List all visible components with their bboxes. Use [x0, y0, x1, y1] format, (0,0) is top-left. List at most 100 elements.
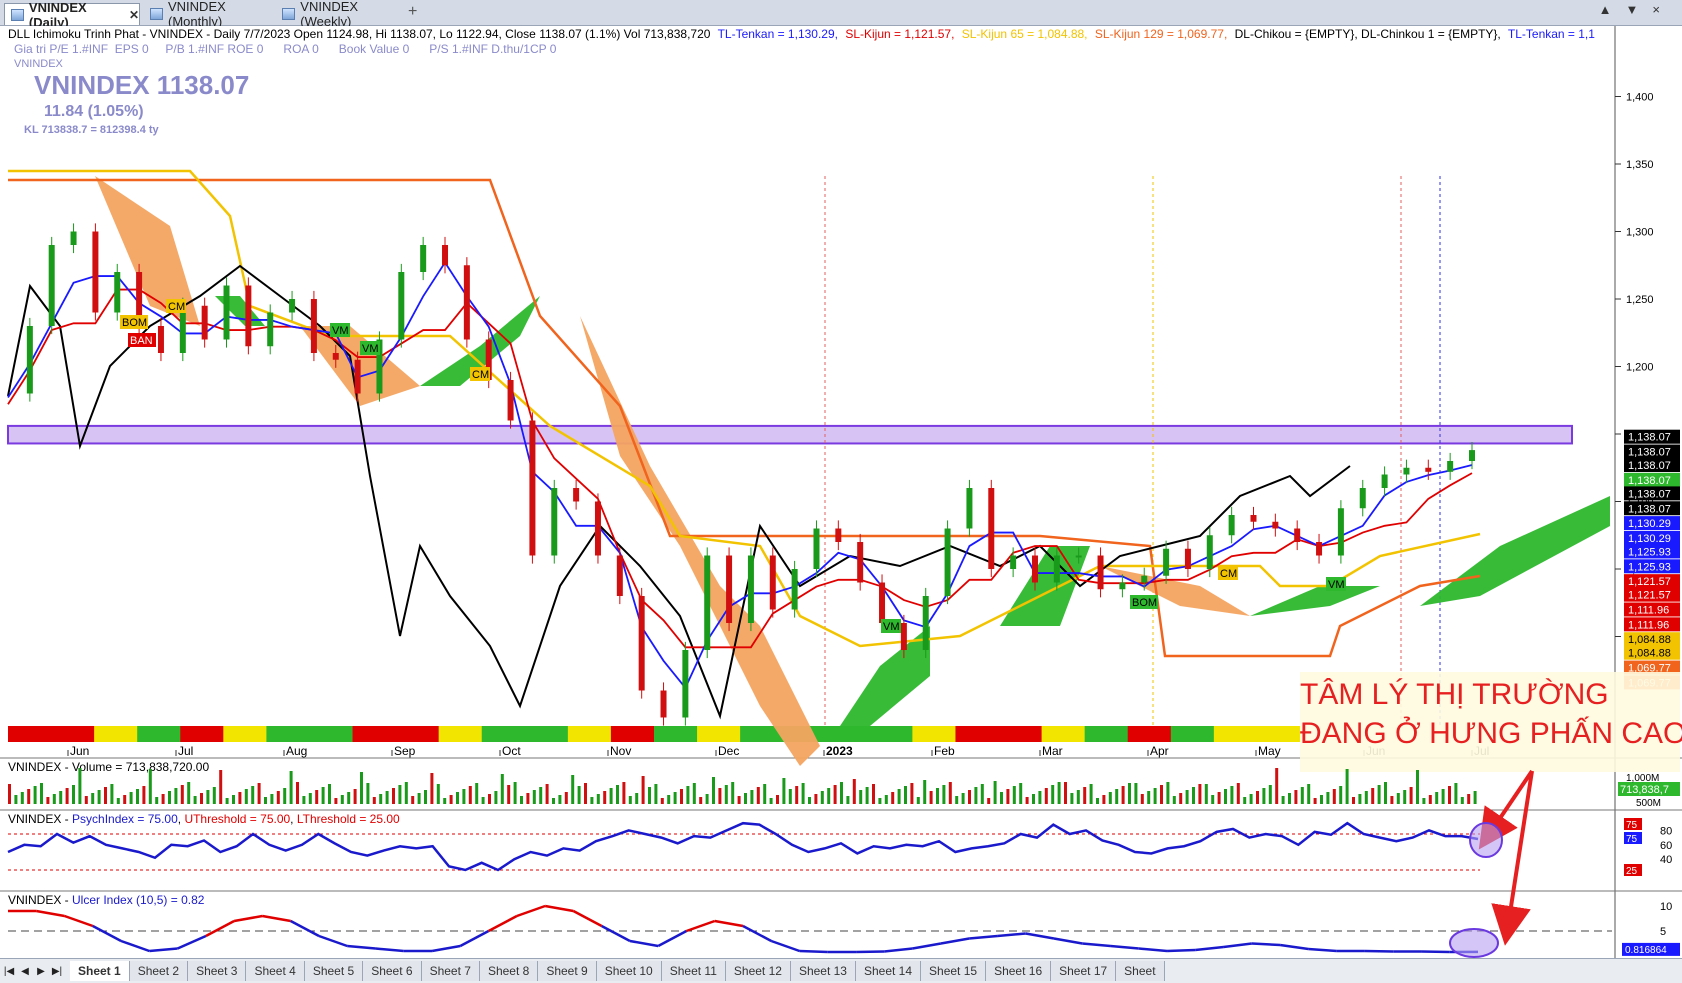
trend-bar-segment — [826, 726, 870, 742]
volume-bar — [622, 782, 626, 804]
candle-body — [1184, 548, 1191, 569]
volume-bar — [1435, 792, 1439, 804]
volume-bar — [206, 790, 210, 804]
ulcer-index-segment — [1053, 937, 1083, 945]
ulcer-index-segment — [714, 919, 744, 928]
first-sheet-icon[interactable]: |◀ — [2, 962, 16, 980]
volume-bar — [302, 796, 306, 804]
volume-bar — [955, 796, 959, 804]
volume-bar — [1160, 785, 1163, 804]
sheet-tab[interactable]: Sheet 3 — [188, 961, 247, 981]
volume-bar — [1307, 784, 1311, 804]
volume-bar — [564, 792, 568, 804]
volume-bar — [1454, 783, 1458, 804]
volume-bar — [1416, 770, 1419, 804]
signal-label: VM — [883, 621, 900, 633]
volume-bar — [1332, 789, 1336, 804]
chart-canvas[interactable]: DLL Ichimoku Trinh Phat - VNINDEX - Dail… — [0, 26, 1682, 958]
sheet-tab[interactable]: Sheet 15 — [921, 961, 987, 981]
close-window-icon[interactable]: × — [1652, 2, 1674, 17]
volume-pane-title: VNINDEX - Volume = 713,838,720.00 — [8, 760, 209, 774]
volume-bar — [104, 787, 107, 804]
ulcer-index-segment — [459, 929, 490, 948]
sheet-tab[interactable]: Sheet 4 — [246, 961, 305, 981]
volume-bar — [1000, 792, 1003, 804]
trend-bar-segment — [266, 726, 310, 742]
sheet-tab[interactable]: Sheet 6 — [363, 961, 422, 981]
header-kijun: SL-Kijun = 1,121.57, — [845, 27, 954, 41]
volume-bar — [430, 773, 434, 804]
fundamentals-line: Gia tri P/E 1.#INF EPS 0 P/B 1.#INF ROE … — [14, 42, 557, 56]
close-tab-icon[interactable]: ✕ — [129, 8, 139, 22]
volume-bar — [404, 782, 408, 804]
chart-area[interactable]: DLL Ichimoku Trinh Phat - VNINDEX - Dail… — [0, 26, 1682, 958]
candle-body — [1294, 528, 1301, 542]
add-tab-button[interactable]: + — [408, 3, 417, 21]
scroll-up-icon[interactable]: ▲ — [1599, 2, 1626, 17]
support-zone — [7, 424, 1573, 445]
volume-bar — [1371, 788, 1375, 804]
prev-sheet-icon[interactable]: ◀ — [18, 962, 32, 980]
sheet-tab[interactable]: Sheet 8 — [479, 961, 539, 981]
tab-vnindex-weekly[interactable]: VNINDEX (Weekly) — [276, 0, 406, 29]
sheet-tab[interactable]: Sheet 17 — [1051, 961, 1117, 981]
volume-bar — [1012, 786, 1016, 804]
volume-bar — [360, 772, 363, 804]
sheet-tab[interactable]: Sheet — [1116, 961, 1165, 981]
candle-body — [1425, 467, 1432, 472]
app-window: VNINDEX (Daily) ✕ VNINDEX (Monthly) VNIN… — [0, 0, 1682, 983]
candle-body — [1469, 450, 1475, 461]
ulcer-tick-label: 5 — [1660, 926, 1666, 938]
volume-bar — [65, 788, 69, 804]
psych-value-label: 75 — [1626, 834, 1638, 845]
psych-tick-label: 40 — [1660, 854, 1672, 866]
candle-body — [616, 555, 623, 596]
candle-body — [1119, 582, 1126, 590]
y-tick-label: 1,250 — [1626, 294, 1654, 306]
volume-bar — [724, 785, 728, 804]
x-tick-label: May — [1258, 744, 1281, 758]
volume-bar — [436, 784, 440, 804]
sheet-tab[interactable]: Sheet 5 — [304, 961, 364, 981]
volume-bar — [1121, 786, 1125, 804]
sheet-tab[interactable]: Sheet 11 — [661, 961, 726, 981]
volume-bar — [411, 796, 415, 804]
sheet-tab[interactable]: Sheet 10 — [596, 961, 662, 981]
scroll-down-icon[interactable]: ▼ — [1626, 2, 1653, 17]
sheet-tab[interactable]: Sheet 14 — [855, 961, 922, 981]
volume-bar — [123, 795, 127, 804]
sheet-tab[interactable]: Sheet 1 — [70, 961, 130, 981]
volume-bar — [737, 796, 741, 804]
volume-bar — [968, 790, 971, 804]
trend-bar-segment — [438, 726, 483, 742]
candle-body — [1250, 515, 1257, 522]
next-sheet-icon[interactable]: ▶ — [34, 962, 48, 980]
last-sheet-icon[interactable]: ▶| — [50, 962, 64, 980]
sheet-tab[interactable]: Sheet 9 — [538, 961, 597, 981]
candle-body — [332, 353, 339, 360]
volume-bar — [1409, 787, 1413, 804]
volume-bar — [1115, 789, 1119, 804]
sheet-tab[interactable]: Sheet 7 — [421, 961, 480, 981]
trend-bar-segment — [137, 726, 181, 742]
x-tick-label: Nov — [610, 744, 631, 758]
price-tag-label: 1,121.57 — [1628, 590, 1671, 602]
volume-bar — [328, 784, 331, 804]
volume-bar — [1268, 785, 1272, 804]
signal-label: BOM — [122, 317, 147, 329]
volume-bar — [1288, 793, 1291, 804]
tab-vnindex-monthly[interactable]: VNINDEX (Monthly) — [144, 0, 274, 29]
tab-vnindex-daily[interactable]: VNINDEX (Daily) ✕ — [4, 0, 140, 30]
ulcer-index-segment — [177, 934, 207, 950]
volume-bar — [148, 769, 152, 804]
volume-bar — [59, 791, 63, 804]
volume-bar — [1396, 793, 1400, 804]
sheet-tab[interactable]: Sheet 13 — [790, 961, 856, 981]
ulcer-index-segment — [347, 944, 376, 950]
candle-body — [398, 272, 405, 340]
sheet-tab[interactable]: Sheet 2 — [129, 961, 189, 981]
sheet-tab[interactable]: Sheet 12 — [725, 961, 791, 981]
volume-bar — [852, 779, 856, 804]
y-tick-label: 1,200 — [1626, 362, 1654, 374]
sheet-tab[interactable]: Sheet 16 — [986, 961, 1052, 981]
